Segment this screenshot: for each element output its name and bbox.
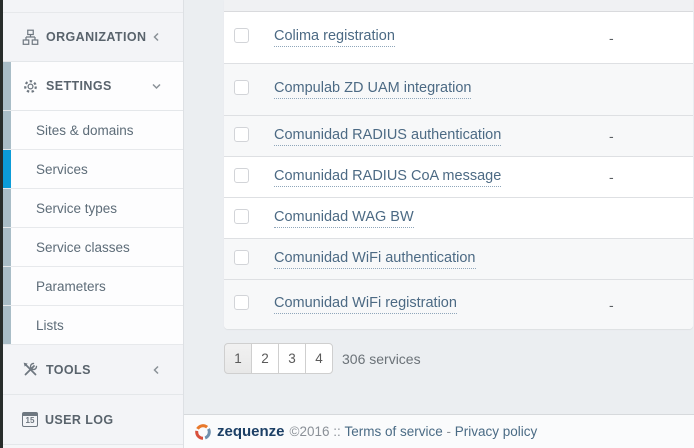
row-checkbox[interactable] (234, 127, 249, 142)
sidebar-item-partial (3, 0, 183, 13)
row-checkbox[interactable] (234, 295, 249, 310)
table-row: Comunidad WiFi authentication (224, 239, 693, 280)
gear-icon (22, 78, 39, 95)
sidebar-item-lists[interactable]: Lists (3, 306, 183, 345)
service-link[interactable]: Comunidad WAG BW (274, 209, 414, 228)
sidebar-item-tools[interactable]: TOOLS (3, 345, 183, 395)
main-content: Colima registration - Compulab ZD UAM in… (184, 0, 694, 448)
sidebar-item-label: SETTINGS (46, 79, 112, 93)
item-strip (3, 306, 11, 344)
table-row: Comunidad WiFi registration - (224, 280, 693, 329)
row-value: - (609, 169, 614, 185)
table-header-partial (224, 0, 693, 12)
sidebar-item-service-classes[interactable]: Service classes (3, 228, 183, 267)
calendar-icon: 15 (22, 412, 38, 427)
sidebar-item-label: USER LOG (45, 413, 113, 427)
table-row: Colima registration - (224, 12, 693, 64)
service-link[interactable]: Compulab ZD UAM integration (274, 80, 471, 99)
service-link[interactable]: Comunidad WiFi registration (274, 295, 457, 314)
sidebar-item-label: Parameters (36, 279, 106, 294)
sidebar-item-label: Lists (36, 318, 64, 333)
table-row: Compulab ZD UAM integration (224, 64, 693, 116)
chevron-left-icon (150, 363, 163, 376)
app-window: ORGANIZATION SETTINGS (0, 0, 694, 448)
active-item-strip (3, 150, 11, 188)
service-link[interactable]: Comunidad RADIUS CoA message (274, 168, 501, 187)
row-checkbox[interactable] (234, 80, 249, 95)
row-value: - (609, 297, 614, 313)
row-checkbox[interactable] (234, 168, 249, 183)
table-row: Comunidad RADIUS CoA message - (224, 157, 693, 198)
copyright-text: ©2016 :: (290, 424, 345, 439)
chevron-left-icon (150, 31, 163, 44)
privacy-link[interactable]: Privacy policy (455, 424, 538, 439)
sidebar-item-parameters[interactable]: Parameters (3, 267, 183, 306)
footer: zequenze ©2016 :: Terms of service - Pri… (184, 414, 694, 448)
row-value: - (609, 30, 614, 46)
services-table: Colima registration - Compulab ZD UAM in… (224, 0, 693, 329)
sidebar-item-organization[interactable]: ORGANIZATION (3, 13, 183, 62)
row-checkbox[interactable] (234, 250, 249, 265)
table-row: Comunidad WAG BW (224, 198, 693, 239)
sidebar-item-sites-domains[interactable]: Sites & domains (3, 111, 183, 150)
page-button-2[interactable]: 2 (251, 343, 279, 374)
item-strip (3, 62, 11, 110)
brand-name: zequenze (217, 423, 285, 440)
sidebar-item-label: Service classes (36, 240, 130, 255)
service-link[interactable]: Comunidad RADIUS authentication (274, 127, 501, 146)
terms-link[interactable]: Terms of service (345, 424, 443, 439)
service-link[interactable]: Colima registration (274, 28, 395, 47)
pagination: 1 2 3 4 306 services (224, 343, 694, 374)
sitemap-icon (22, 29, 39, 46)
sidebar-item-label: Sites & domains (36, 123, 134, 138)
sidebar-item-label: Service types (36, 201, 117, 216)
sidebar-item-label: TOOLS (46, 363, 91, 377)
item-strip (3, 111, 11, 149)
page-button-3[interactable]: 3 (278, 343, 306, 374)
settings-subnav: Sites & domains Services Service types S… (3, 111, 183, 345)
sidebar-item-label: Services (36, 162, 88, 177)
chevron-down-icon (150, 80, 163, 93)
page-button-group: 1 2 3 4 (224, 343, 333, 374)
services-count: 306 services (342, 351, 421, 367)
link-separator: - (443, 424, 455, 439)
zequenze-logo-icon (194, 423, 212, 441)
row-checkbox[interactable] (234, 28, 249, 43)
sidebar: ORGANIZATION SETTINGS (3, 0, 184, 448)
sidebar-item-settings[interactable]: SETTINGS (3, 62, 183, 111)
table-row: Comunidad RADIUS authentication - (224, 116, 693, 157)
tools-icon (22, 361, 39, 378)
service-link[interactable]: Comunidad WiFi authentication (274, 250, 476, 269)
sidebar-item-service-types[interactable]: Service types (3, 189, 183, 228)
calendar-day: 15 (26, 417, 35, 425)
page-button-1[interactable]: 1 (224, 343, 252, 374)
item-strip (3, 267, 11, 305)
page-button-4[interactable]: 4 (305, 343, 333, 374)
item-strip (3, 228, 11, 266)
sidebar-item-services[interactable]: Services (3, 150, 183, 189)
item-strip (3, 189, 11, 227)
row-checkbox[interactable] (234, 209, 249, 224)
row-value: - (609, 128, 614, 144)
sidebar-item-label: ORGANIZATION (46, 30, 146, 44)
sidebar-item-user-log[interactable]: 15 USER LOG (3, 395, 183, 445)
